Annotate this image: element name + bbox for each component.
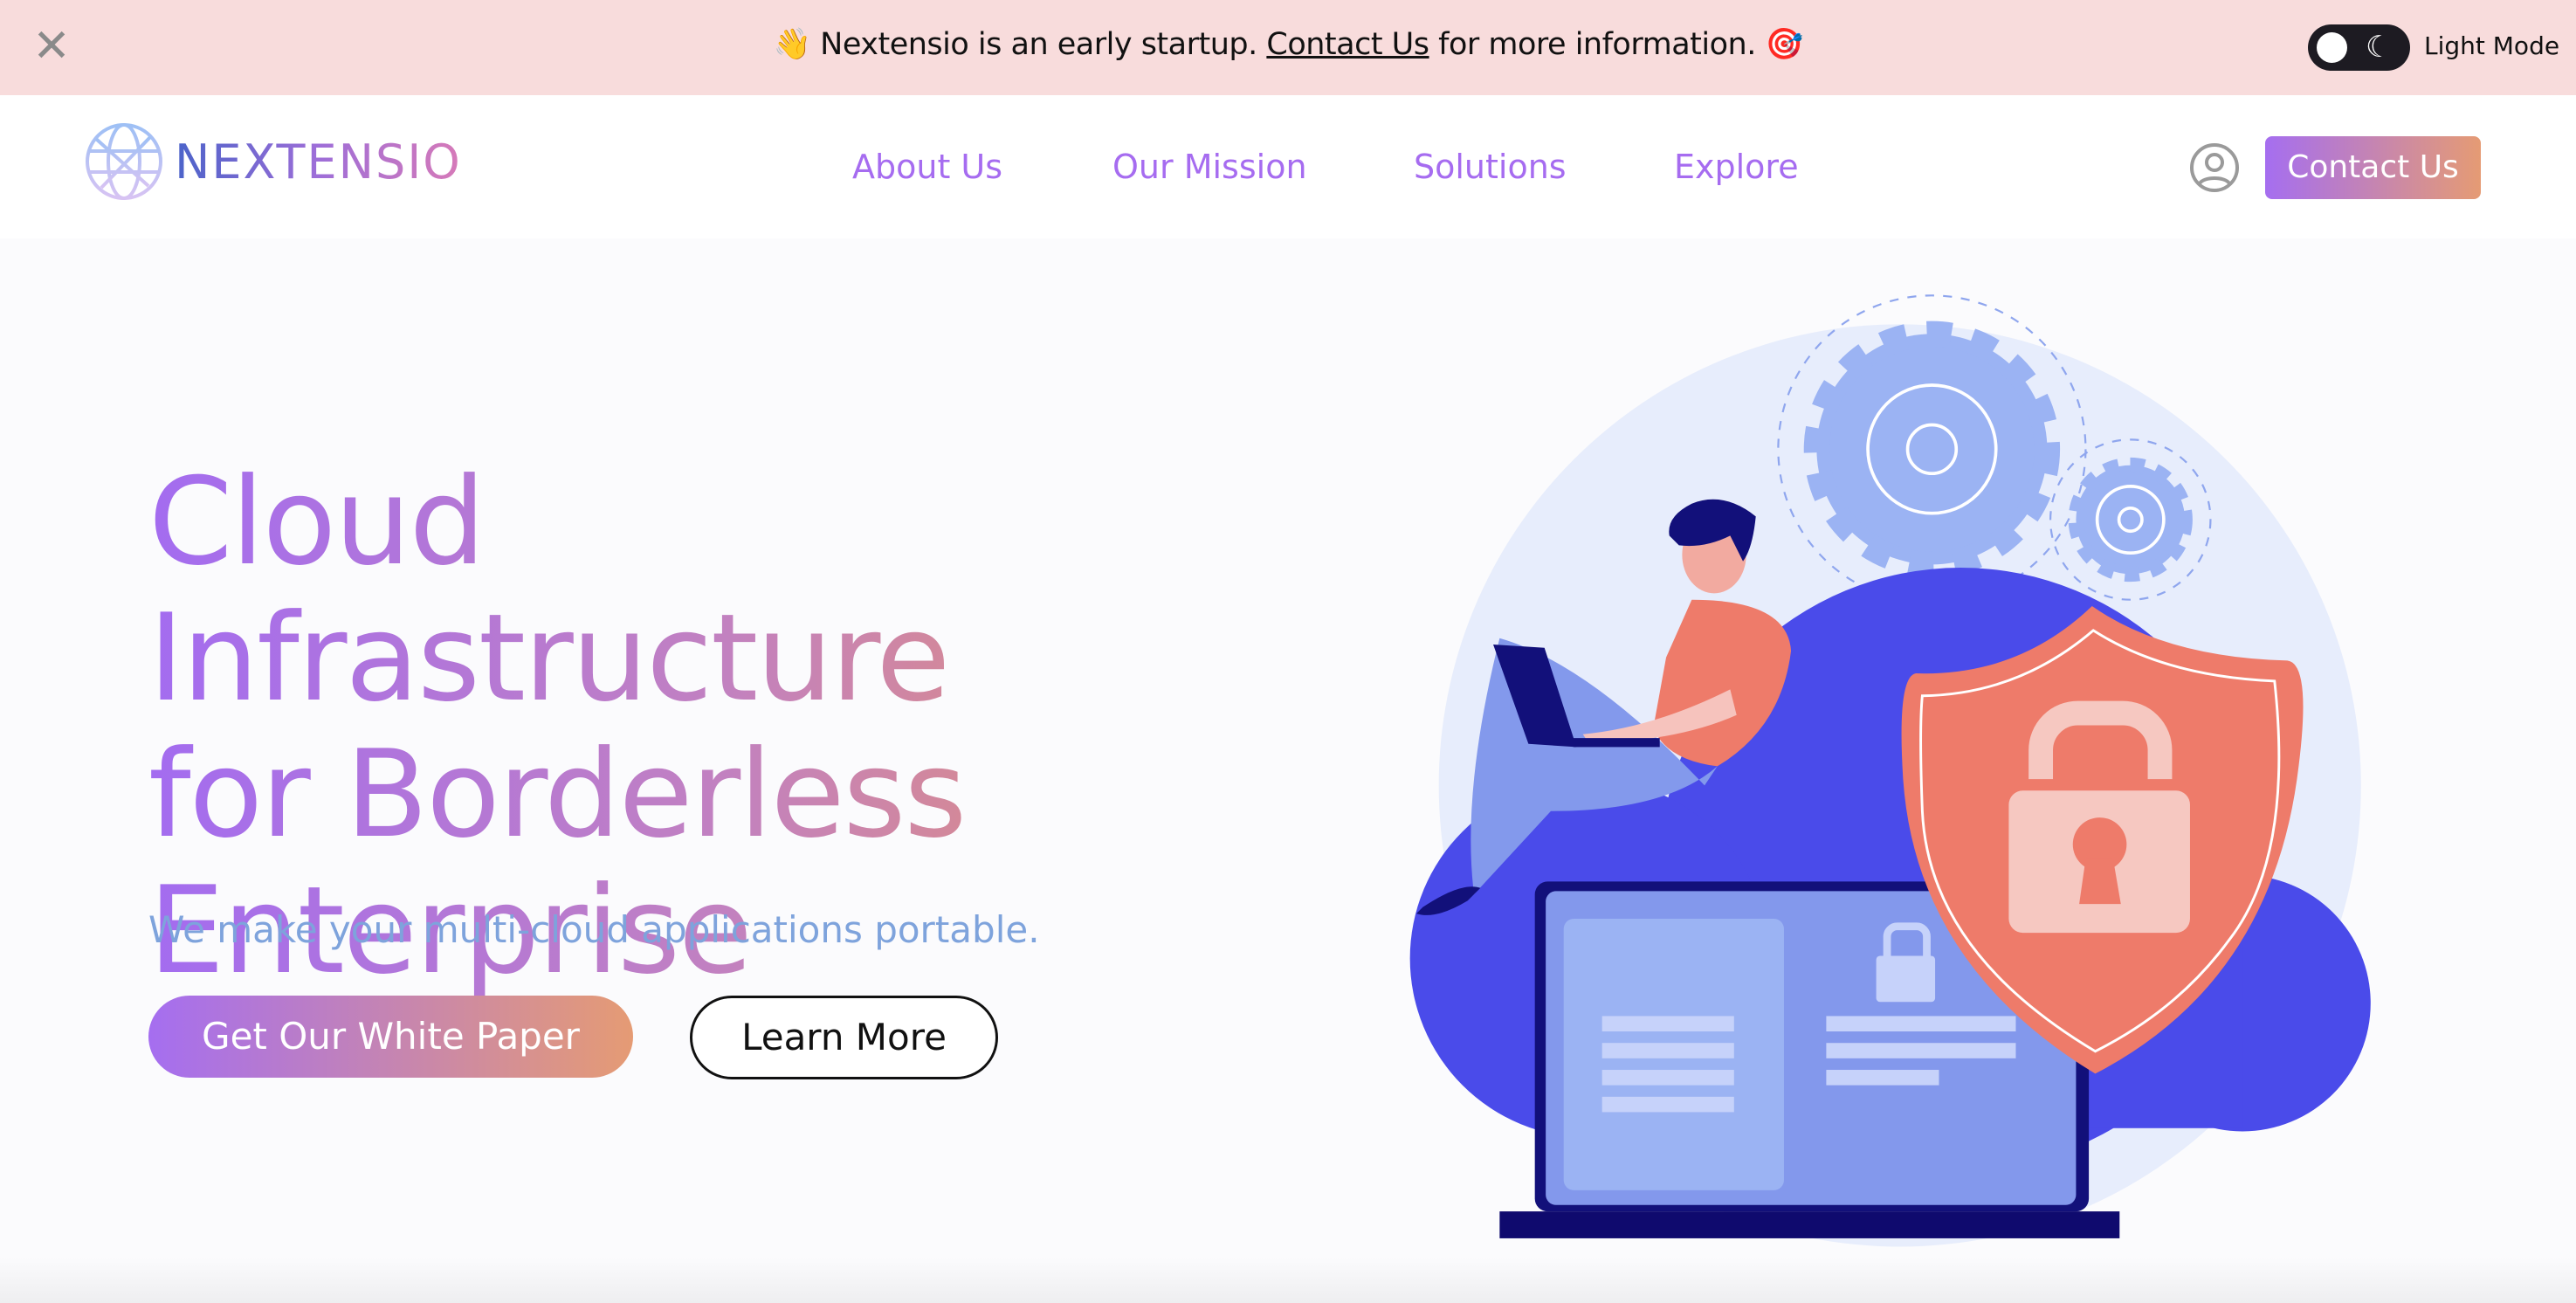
globe-logo-icon — [86, 123, 162, 200]
cloud-security-illustration — [1409, 294, 2371, 1247]
nav-about-us[interactable]: About Us — [852, 148, 1002, 186]
nav-explore[interactable]: Explore — [1674, 148, 1799, 186]
gear-large-icon — [1803, 321, 2061, 578]
banner-contact-link[interactable]: Contact Us — [1266, 27, 1429, 62]
banner-text-end: for more information. — [1429, 27, 1766, 62]
white-paper-button[interactable]: Get Our White Paper — [148, 996, 633, 1078]
brand-name: NEXTENSIO — [175, 134, 462, 190]
theme-toggle[interactable]: ☾ — [2308, 24, 2410, 71]
banner-text: Nextensio is an early startup. — [810, 27, 1267, 62]
learn-more-button[interactable]: Learn More — [690, 996, 998, 1079]
banner-message: 👋 Nextensio is an early startup. Contact… — [0, 26, 2576, 62]
toggle-knob — [2317, 32, 2347, 63]
user-account-icon[interactable] — [2189, 142, 2240, 193]
gear-small-icon — [2068, 457, 2193, 583]
announcement-banner: ✕ 👋 Nextensio is an early startup. Conta… — [0, 0, 2576, 95]
theme-label: Light Mode — [2424, 31, 2560, 60]
contact-us-button[interactable]: Contact Us — [2265, 136, 2481, 199]
wave-emoji-icon: 👋 — [773, 27, 811, 62]
target-emoji-icon: 🎯 — [1765, 27, 1803, 62]
hero-subtitle: We make your multi-cloud applications po… — [148, 908, 1040, 951]
moon-icon: ☾ — [2366, 30, 2393, 65]
title-line: for Borderless — [148, 724, 966, 865]
title-line: Cloud Infrastructure — [148, 452, 949, 728]
navbar: NEXTENSIO About Us Our Mission Solutions… — [0, 95, 2576, 238]
nav-solutions[interactable]: Solutions — [1414, 148, 1567, 186]
nav-our-mission[interactable]: Our Mission — [1112, 148, 1307, 186]
logo[interactable]: NEXTENSIO — [84, 121, 462, 202]
section-divider — [0, 1258, 2576, 1303]
